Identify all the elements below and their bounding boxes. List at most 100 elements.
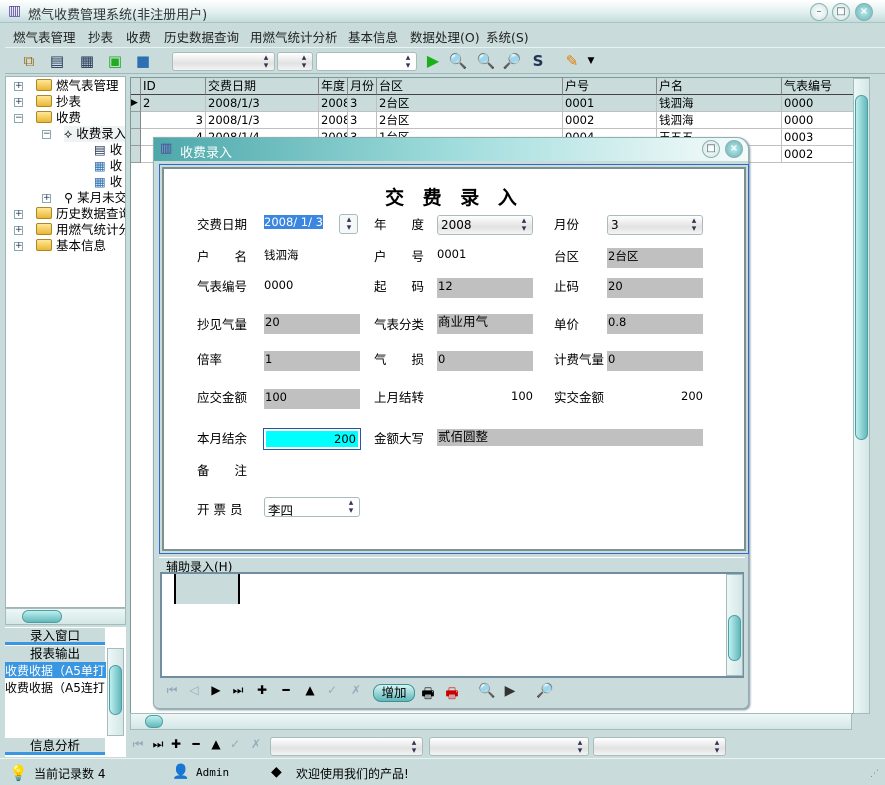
bottom-combo-1[interactable]: ▴ ▾ xyxy=(270,737,423,756)
print-icon[interactable]: 🖶 xyxy=(420,683,436,707)
delete-record-icon[interactable]: ━ xyxy=(188,737,204,751)
tree-item-unpaid[interactable]: ⚲ 某月未交 xyxy=(64,190,125,206)
bottom-combo-3[interactable]: ▴ ▾ xyxy=(593,737,726,756)
tree-item-basic-info[interactable]: 基本信息 xyxy=(36,238,106,254)
amount-words-field[interactable]: 贰佰圆整 xyxy=(437,429,703,446)
menu-history[interactable]: 历史数据查询 xyxy=(164,27,239,46)
aux-entry-grid[interactable] xyxy=(160,572,744,678)
last-record-icon[interactable]: ⏭ xyxy=(230,683,246,698)
grid-vertical-scrollbar[interactable] xyxy=(853,78,870,714)
balance-field[interactable]: 200 xyxy=(263,428,361,450)
tree-item-receipt-2[interactable]: ▦ 收 xyxy=(94,158,122,174)
filter-field-combo[interactable]: ▴ ▾ xyxy=(172,52,275,71)
pencil-icon[interactable]: ✎ xyxy=(562,51,582,71)
menu-basic-info[interactable]: 基本信息 xyxy=(348,27,398,46)
due-field[interactable]: 100 xyxy=(264,389,360,409)
print-preview-icon[interactable]: 🔍 xyxy=(478,683,495,699)
document-icon[interactable]: ▦ xyxy=(77,51,97,71)
tree-item-receipt-1[interactable]: ▤ 收 xyxy=(94,142,122,158)
post-record-icon[interactable]: ✓ xyxy=(324,683,340,697)
table-cell[interactable]: 2008/1/3 xyxy=(206,112,319,129)
menu-gas-meter[interactable]: 燃气表管理 xyxy=(13,27,76,46)
ratio-field[interactable]: 1 xyxy=(264,351,360,371)
price-field[interactable]: 0.8 xyxy=(607,314,703,334)
tree-item-reading[interactable]: 抄表 xyxy=(36,94,81,110)
report-item-single[interactable]: 收费收据（A5单打 xyxy=(5,662,106,678)
issuer-combo[interactable]: 李四 ▴ ▾ xyxy=(264,497,360,518)
tree-horizontal-scrollbar[interactable] xyxy=(5,608,126,625)
column-header[interactable]: 户号 xyxy=(563,78,657,95)
table-cell[interactable]: 2008 xyxy=(319,95,348,112)
first-record-icon[interactable]: ⏮ xyxy=(130,737,146,752)
loss-field[interactable]: 0 xyxy=(437,351,533,371)
row-indicator[interactable] xyxy=(131,112,141,129)
tree-item-receipt-3[interactable]: ▦ 收 xyxy=(94,174,122,190)
table-cell[interactable]: 2 xyxy=(141,95,206,112)
column-header[interactable]: 台区 xyxy=(377,78,563,95)
row-indicator[interactable] xyxy=(131,146,141,163)
edit-record-icon[interactable]: ▲ xyxy=(302,683,318,697)
add-record-icon[interactable]: ✚ xyxy=(168,737,184,751)
end-field[interactable]: 20 xyxy=(607,278,703,298)
billed-field[interactable]: 0 xyxy=(607,351,703,371)
table-cell[interactable]: 0001 xyxy=(563,95,657,112)
preview-icon[interactable]: 🔎 xyxy=(502,51,522,71)
post-record-icon[interactable]: ✓ xyxy=(227,737,243,751)
zoom-in-icon[interactable]: 🔍 xyxy=(448,51,468,71)
cancel-record-icon[interactable]: ✗ xyxy=(248,737,264,751)
expand-icon[interactable]: + xyxy=(14,82,23,91)
tree-item-charge[interactable]: 收费 xyxy=(36,110,81,126)
table-cell[interactable]: 0002 xyxy=(563,112,657,129)
table-cell[interactable]: 0002 xyxy=(782,146,854,163)
start-field[interactable]: 12 xyxy=(437,278,533,298)
tree-item-gas-meter[interactable]: 燃气表管理 xyxy=(36,78,119,94)
zoom-out-icon[interactable]: 🔍 xyxy=(476,51,496,71)
run-filter-icon[interactable]: ▶ xyxy=(423,51,443,71)
expand-icon[interactable]: + xyxy=(42,194,51,203)
year-combo[interactable]: 2008 ▴ ▾ xyxy=(437,215,533,235)
maximize-button[interactable]: □ xyxy=(832,3,850,21)
menu-data-processing[interactable]: 数据处理(O) xyxy=(410,27,480,46)
filter-operator-combo[interactable]: ▴ ▾ xyxy=(277,52,313,71)
month-combo[interactable]: 3 ▴ ▾ xyxy=(607,215,703,235)
table-cell[interactable]: 0000 xyxy=(782,95,854,112)
tab-info-analysis[interactable]: 信息分析 xyxy=(5,738,105,755)
meter-type-field[interactable]: 商业用气 xyxy=(437,314,533,334)
menu-charge[interactable]: 收费 xyxy=(126,27,151,46)
table-cell[interactable]: 0000 xyxy=(782,112,854,129)
column-header[interactable]: 户名 xyxy=(657,78,782,95)
expand-icon[interactable]: + xyxy=(14,226,23,235)
column-header[interactable]: 月份 xyxy=(348,78,377,95)
add-button[interactable]: 增加 xyxy=(373,684,415,702)
next-record-icon[interactable]: ▶ xyxy=(208,683,224,697)
row-indicator[interactable]: ▶ xyxy=(131,95,141,112)
bottom-combo-2[interactable]: ▴ ▾ xyxy=(429,737,589,756)
close-button[interactable]: × xyxy=(855,3,873,21)
column-header[interactable]: 年度 xyxy=(319,78,348,95)
report-item-continuous[interactable]: 收费收据（A5连打 xyxy=(5,679,106,695)
table-cell[interactable]: 0003 xyxy=(782,129,854,146)
expand-icon[interactable]: + xyxy=(14,210,23,219)
delete-record-icon[interactable]: ━ xyxy=(278,683,294,697)
print-to-icon[interactable]: 🖶 xyxy=(444,683,460,707)
chevron-down-icon[interactable]: ▼ xyxy=(581,51,601,71)
date-spinner[interactable]: ▴ ▾ xyxy=(339,214,358,234)
aux-vertical-scrollbar[interactable] xyxy=(726,574,743,676)
last-record-icon[interactable]: ⏭ xyxy=(150,737,166,752)
minimize-button[interactable]: – xyxy=(810,3,828,21)
menu-reading[interactable]: 抄表 xyxy=(88,27,113,46)
table-cell[interactable]: 3 xyxy=(348,112,377,129)
area-field[interactable]: 2台区 xyxy=(607,248,703,268)
edit-record-icon[interactable]: ▲ xyxy=(208,737,224,751)
collapse-icon[interactable]: − xyxy=(42,130,51,139)
tab-entry-window[interactable]: 录入窗口 xyxy=(5,628,105,645)
column-header[interactable]: 交费日期 xyxy=(206,78,319,95)
menu-system[interactable]: 系统(S) xyxy=(486,27,529,46)
table-cell[interactable]: 2台区 xyxy=(377,112,563,129)
expand-icon[interactable]: + xyxy=(14,242,23,251)
dialog-close-button[interactable]: × xyxy=(725,140,743,158)
tree-view-icon[interactable]: ⧉ xyxy=(19,51,39,71)
first-record-icon[interactable]: ⏮ xyxy=(164,683,180,698)
table-cell[interactable]: 2008/1/3 xyxy=(206,95,319,112)
refresh-icon[interactable]: S xyxy=(528,51,548,71)
